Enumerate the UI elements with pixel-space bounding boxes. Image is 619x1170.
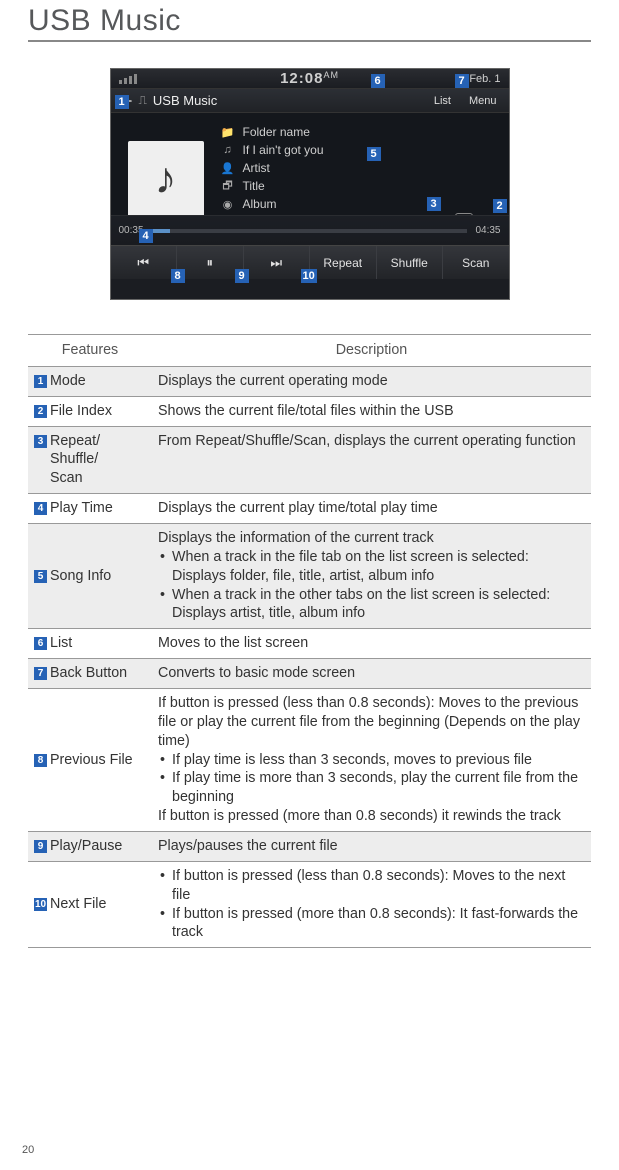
header-features: Features [28,335,152,367]
callout-3: 3 [427,197,441,211]
status-time: 12:08AM [280,70,339,87]
tag-5: 5 [34,570,47,583]
callout-9: 9 [235,269,249,283]
table-row: 1Mode Displays the current operating mod… [28,366,591,396]
file-icon: ♫ [221,144,235,156]
table-header-row: Features Description [28,335,591,367]
artist-icon: 👤 [221,162,235,175]
callout-6: 6 [371,74,385,88]
repeat-button[interactable]: Repeat [310,246,377,279]
mode-bar: ⎍ USB Music List Menu [111,89,509,113]
progress-bar[interactable] [152,229,468,233]
desc-list: Moves to the list screen [152,629,591,659]
features-table: Features Description 1Mode Displays the … [28,334,591,948]
feat-file-index: File Index [50,403,112,419]
artist-name: Artist [243,161,270,175]
desc-play-pause: Plays/pauses the current file [152,832,591,862]
list-button[interactable]: List [428,93,457,109]
desc-previous-file: If button is pressed (less than 0.8 seco… [152,689,591,832]
feat-previous-file: Previous File [50,752,133,768]
status-bar: Feb. 1 12:08AM [111,69,509,89]
table-row: 9Play/Pause Plays/pauses the current fil… [28,832,591,862]
album-icon: ◉ [221,198,235,211]
feat-play-time: Play Time [50,500,113,516]
scan-button[interactable]: Scan [443,246,509,279]
main-area: ♪ 📁 Folder name ♫ If I ain't got you 👤 Arti… [111,113,509,245]
callout-5: 5 [367,147,381,161]
title-underline [28,40,591,42]
usb-icon: ⎍ [139,93,147,108]
table-row: 6List Moves to the list screen [28,629,591,659]
desc-play-time: Displays the current play time/total pla… [152,494,591,524]
feat-list: List [50,635,72,651]
folder-icon: 📁 [221,126,235,139]
next-icon: ⏭ [270,255,282,271]
desc-repeat: From Repeat/Shuffle/Scan, displays the c… [152,426,591,494]
callout-2: 2 [493,199,507,213]
feat-next-file: Next File [50,896,106,912]
progress-row: 00:35 04:35 [111,215,509,245]
tag-7: 7 [34,667,47,680]
tag-4: 4 [34,502,47,515]
page-title: USB Music [28,0,591,40]
callout-10: 10 [301,269,317,283]
table-row: 2File Index Shows the current file/total… [28,396,591,426]
total-time: 04:35 [475,225,500,236]
feat-repeat-line2: Shuffle/ [34,451,98,467]
status-date: Feb. 1 [469,73,500,85]
menu-button[interactable]: Menu [463,93,503,109]
desc-song-info: Displays the information of the current … [152,524,591,629]
feat-mode: Mode [50,373,86,389]
feat-repeat-line3: Scan [34,470,83,486]
file-name: If I ain't got you [243,143,324,157]
tag-3: 3 [34,435,47,448]
screenshot-wrapper: Feb. 1 12:08AM ⎍ USB Music List Menu ♪ 📁… [28,68,591,300]
album-name: Album [243,197,277,211]
table-row: 3Repeat/ Shuffle/ Scan From Repeat/Shuff… [28,426,591,494]
table-row: 7Back Button Converts to basic mode scre… [28,659,591,689]
desc-back-button: Converts to basic mode screen [152,659,591,689]
ui-screenshot: Feb. 1 12:08AM ⎍ USB Music List Menu ♪ 📁… [110,68,510,300]
prev-button[interactable]: ⏮ [111,246,178,279]
tag-8: 8 [34,754,47,767]
tag-6: 6 [34,637,47,650]
header-description: Description [152,335,591,367]
callout-8: 8 [171,269,185,283]
music-note-icon: ♪ [128,141,204,217]
callout-4: 4 [139,229,153,243]
pause-icon: ⏸ [207,255,214,271]
callout-7: 7 [455,74,469,88]
title-icon: 🗗 [221,177,235,196]
table-row: 8Previous File If button is pressed (les… [28,689,591,832]
table-row: 5Song Info Displays the information of t… [28,524,591,629]
tag-1: 1 [34,375,47,388]
tag-10: 10 [34,898,47,911]
table-row: 4Play Time Displays the current play tim… [28,494,591,524]
signal-icon [119,74,137,84]
feat-song-info: Song Info [50,568,111,584]
mode-label: USB Music [153,93,217,108]
feat-repeat-line1: Repeat/ [50,433,100,449]
folder-name: Folder name [243,125,310,139]
feat-back-button: Back Button [50,665,127,681]
desc-file-index: Shows the current file/total files withi… [152,396,591,426]
callout-1: 1 [115,95,129,109]
prev-icon: ⏮ [137,255,149,271]
tag-9: 9 [34,840,47,853]
feat-play-pause: Play/Pause [50,838,122,854]
shuffle-button[interactable]: Shuffle [377,246,444,279]
desc-mode: Displays the current operating mode [152,366,591,396]
page-number: 20 [22,1144,34,1156]
table-row: 10Next File If button is pressed (less t… [28,861,591,947]
title-name: Title [243,179,265,193]
tag-2: 2 [34,405,47,418]
desc-next-file: If button is pressed (less than 0.8 seco… [152,861,591,947]
